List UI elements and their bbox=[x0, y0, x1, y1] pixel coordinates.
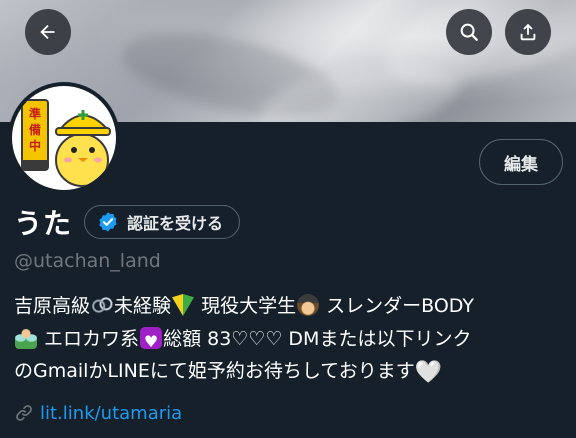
back-button[interactable] bbox=[25, 9, 71, 55]
heart-box-emoji-icon bbox=[140, 326, 163, 358]
sign-char: 中 bbox=[29, 138, 41, 153]
bio-text: 未経験 bbox=[114, 295, 172, 317]
profile-link[interactable]: lit.link/utamaria bbox=[14, 398, 182, 428]
name-row: うた 認証を受ける bbox=[14, 200, 241, 244]
bio-line: のGmailかLINEにて姫予約お待ちしております🤍 bbox=[14, 355, 570, 388]
display-name: うた bbox=[14, 207, 73, 240]
bio-line: 吉原高級 未経験 現役大学生 スレンダーBODY bbox=[14, 290, 570, 323]
bio-line: エロカワ系総額 83♡♡♡ DMまたは以下リンク bbox=[14, 323, 570, 358]
avatar-image: 準 備 中 bbox=[12, 86, 116, 190]
bio-text: エロカワ系 bbox=[44, 327, 140, 350]
share-button[interactable] bbox=[505, 9, 551, 55]
profile-link-text[interactable]: lit.link/utamaria bbox=[40, 403, 182, 424]
search-button[interactable] bbox=[446, 9, 492, 55]
chick-construction-illustration: 準 備 中 bbox=[21, 99, 111, 187]
get-verified-label: 認証を受ける bbox=[127, 214, 224, 233]
white-heart-emoji-icon: 🤍 bbox=[414, 360, 443, 385]
profile-bio: 吉原高級 未経験 現役大学生 スレンダーBODY エロカワ系総額 83♡♡♡ DM… bbox=[14, 290, 570, 388]
arrow-left-icon bbox=[40, 24, 55, 40]
bio-text: 現役大学生 bbox=[201, 295, 297, 317]
bio-text: 総額 83♡♡♡ DMまたは以下リンク bbox=[163, 327, 472, 350]
bio-text: 吉原高級 bbox=[14, 295, 91, 317]
bio-text: のGmailかLINEにて姫予約お待ちしております bbox=[14, 360, 415, 382]
avatar[interactable]: 準 備 中 bbox=[8, 82, 120, 194]
sign-char: 準 bbox=[29, 106, 41, 121]
get-verified-button[interactable]: 認証を受ける bbox=[84, 205, 241, 239]
user-handle: @utachan_land bbox=[14, 250, 161, 272]
fairy-emoji-icon bbox=[15, 326, 37, 349]
student-emoji-icon bbox=[297, 294, 320, 316]
search-icon bbox=[460, 23, 478, 41]
link-icon bbox=[16, 405, 32, 421]
share-upload-icon bbox=[520, 23, 536, 41]
rings-emoji-icon bbox=[91, 294, 114, 316]
verified-badge-icon bbox=[99, 212, 117, 232]
beginner-mark-emoji-icon bbox=[172, 294, 195, 316]
sign-char: 備 bbox=[29, 122, 41, 137]
edit-profile-button[interactable]: 編集 bbox=[479, 139, 563, 185]
bio-text: スレンダーBODY bbox=[326, 295, 474, 317]
